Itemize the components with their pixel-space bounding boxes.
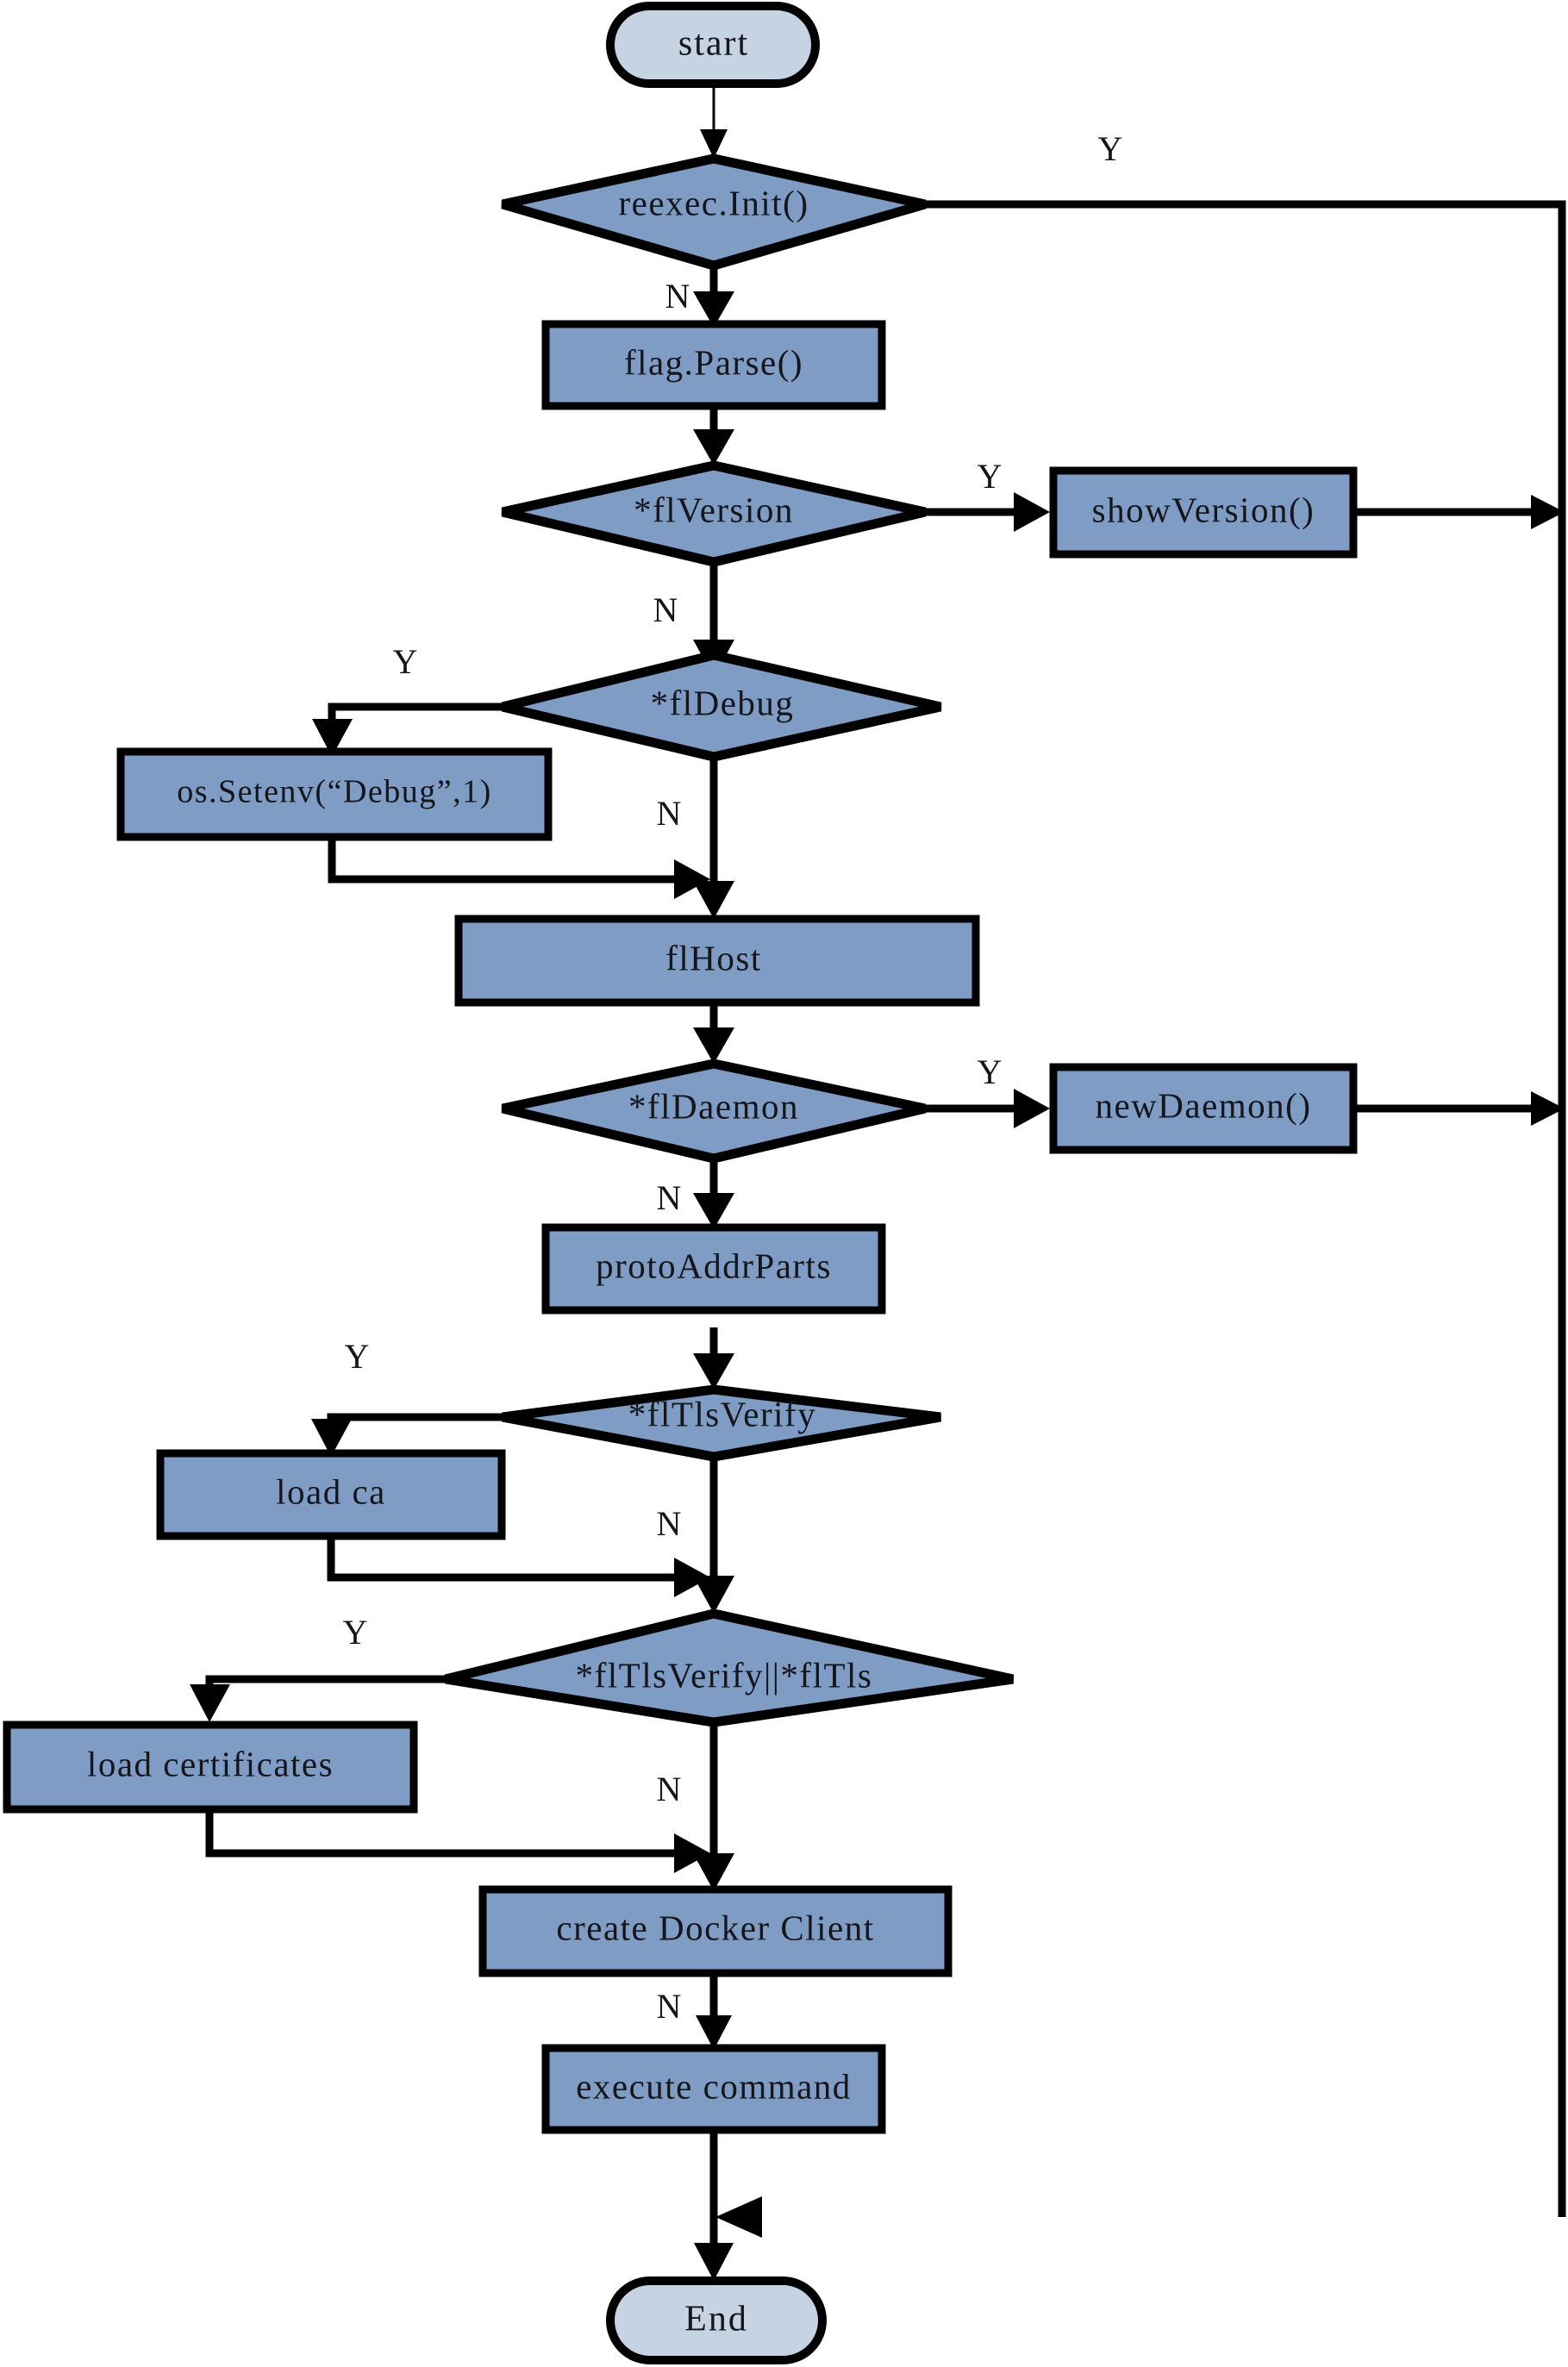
edge-label-debug-no: N <box>657 794 682 833</box>
edge-label-tlsverify-yes: Y <box>345 1337 370 1376</box>
edge-daemon-yes <box>925 1089 1050 1128</box>
node-new-daemon[interactable]: newDaemon() <box>1049 1063 1358 1154</box>
edge-tlsverifyor-no <box>693 1722 734 1891</box>
node-create-docker-client[interactable]: create Docker Client <box>478 1885 953 1977</box>
flowchart-canvas: start reexec.Init() flag.Parse() *flVers… <box>0 0 1568 2367</box>
edge-debug-no <box>693 757 734 919</box>
node-fl-version[interactable]: *flVersion <box>501 460 927 567</box>
edge-label-daemon-no: N <box>657 1178 682 1217</box>
edge-newdaemon-to-bus <box>1353 1091 1565 1126</box>
edge-loadca-merge <box>327 1536 710 1597</box>
edge-daemon-no <box>693 1159 734 1229</box>
node-fl-daemon[interactable]: *flDaemon <box>501 1059 927 1164</box>
node-show-version[interactable]: showVersion() <box>1049 466 1358 559</box>
edge-bus-return-arrow <box>715 2196 762 2238</box>
node-end[interactable]: End <box>606 2276 827 2364</box>
edge-parse-to-version <box>693 404 734 465</box>
node-execute-command[interactable]: execute command <box>541 2044 886 2134</box>
edge-loadcerts-merge <box>205 1810 710 1873</box>
node-reexec-init[interactable]: reexec.Init() <box>501 153 927 271</box>
node-proto-addr-parts[interactable]: protoAddrParts <box>541 1223 886 1315</box>
node-fl-debug[interactable]: *flDebug <box>501 650 942 762</box>
edge-tlsverifyor-yes <box>190 1675 446 1722</box>
edge-reexec-no <box>693 265 734 328</box>
edge-setenv-merge <box>328 838 710 899</box>
node-os-setenv[interactable]: os.Setenv(“Debug”,1) <box>116 747 553 841</box>
edge-label-daemon-yes: Y <box>978 1052 1003 1091</box>
edge-version-yes <box>925 492 1050 532</box>
edge-label-reexec-no: N <box>665 277 690 315</box>
edge-label-tlsverifyor-no: N <box>657 1770 682 1808</box>
node-fl-tls-verify[interactable]: *flTlsVerify <box>501 1384 941 1462</box>
edge-label-debug-yes: Y <box>393 642 418 681</box>
node-load-certificates[interactable]: load certificates <box>3 1721 418 1814</box>
edge-execute-to-end <box>694 2129 734 2281</box>
node-load-ca[interactable]: load ca <box>156 1449 506 1540</box>
edge-flhost-to-daemon <box>693 1002 734 1064</box>
edge-label-tlsverify-no: N <box>657 1504 682 1543</box>
edge-label-client-next: N <box>657 1987 682 2026</box>
edge-proto-to-tlsverify <box>693 1327 734 1390</box>
edge-label-tlsverifyor-yes: Y <box>343 1613 368 1652</box>
edge-showversion-to-bus <box>1353 495 1565 529</box>
node-fl-tls-verify-or-tls[interactable]: *flTlsVerify||*flTls <box>444 1608 1015 1727</box>
edge-tlsverify-no <box>693 1457 734 1614</box>
edge-label-version-no: N <box>653 590 678 629</box>
edge-label-version-yes: Y <box>978 457 1003 496</box>
edge-start-to-reexec <box>700 86 728 159</box>
edge-label-reexec-yes: Y <box>1098 129 1123 168</box>
node-start[interactable]: start <box>606 2 820 88</box>
node-fl-host[interactable]: flHost <box>454 915 980 1007</box>
node-flag-parse[interactable]: flag.Parse() <box>541 320 886 410</box>
flowchart-svg: start reexec.Init() flag.Parse() *flVers… <box>3 2 1566 2364</box>
